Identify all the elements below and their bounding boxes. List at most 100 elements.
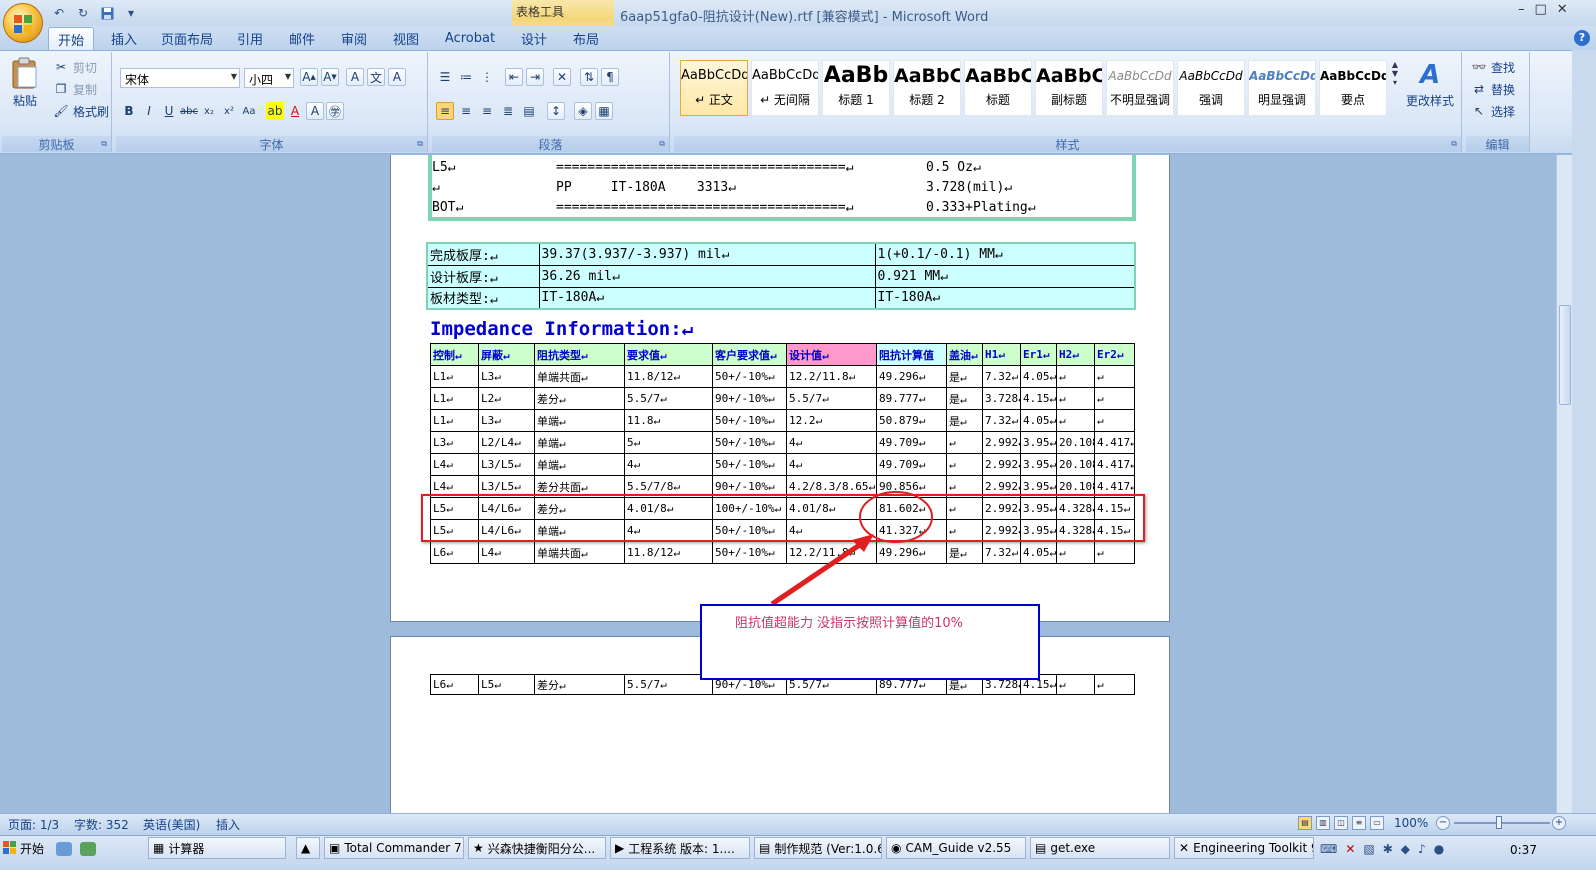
- line-spacing-icon[interactable]: ↕: [547, 102, 565, 120]
- style-tile-intense-emphasis[interactable]: AaBbCcDd 明显强调: [1248, 60, 1316, 116]
- table-cell[interactable]: 5.5/7↵: [786, 387, 877, 410]
- table-cell[interactable]: L5↵: [478, 674, 535, 695]
- table-cell[interactable]: 7.32↵: [982, 409, 1021, 432]
- strikethrough-icon[interactable]: abc: [180, 102, 198, 120]
- table-cell[interactable]: 50.879↵: [876, 409, 947, 432]
- column-header[interactable]: Er2↵: [1094, 343, 1135, 366]
- table-cell[interactable]: 是↵: [946, 365, 983, 388]
- table-cell[interactable]: 是↵: [946, 409, 983, 432]
- grow-font-icon[interactable]: A ▲: [300, 68, 318, 86]
- table-cell[interactable]: 4.417↵: [1094, 431, 1135, 454]
- font-size-combo[interactable]: 小四 ▼: [244, 68, 294, 88]
- align-center-icon[interactable]: ≡: [457, 102, 475, 120]
- char-shading-icon[interactable]: A: [306, 102, 324, 120]
- print-layout-icon[interactable]: ▤: [1298, 816, 1312, 830]
- tab-page-layout[interactable]: 页面布局: [156, 27, 218, 50]
- table-cell[interactable]: IT-180A↵: [538, 286, 876, 310]
- volume-icon[interactable]: ♪: [1418, 842, 1426, 856]
- align-left-icon[interactable]: ≡: [436, 102, 454, 120]
- table-cell[interactable]: 20.108↵: [1056, 431, 1095, 454]
- font-color-icon[interactable]: A: [286, 102, 304, 120]
- column-header[interactable]: 设计值↵: [786, 343, 877, 366]
- increase-indent-icon[interactable]: ⇥: [526, 68, 544, 86]
- tab-review[interactable]: 审阅: [334, 27, 374, 50]
- subscript-icon[interactable]: x₂: [200, 102, 218, 120]
- table-cell[interactable]: ↵: [1094, 409, 1135, 432]
- table-cell[interactable]: 0.921 MM↵: [874, 264, 1136, 288]
- italic-icon[interactable]: I: [140, 102, 158, 120]
- multilevel-list-icon[interactable]: ⋮: [478, 68, 496, 86]
- table-cell[interactable]: 差分↵: [534, 674, 625, 695]
- scrollbar-thumb[interactable]: [1559, 305, 1571, 405]
- column-header[interactable]: 要求值↵: [624, 343, 713, 366]
- table-cell[interactable]: 39.37(3.937/-3.937) mil↵: [538, 242, 876, 266]
- column-header[interactable]: 控制↵: [430, 343, 479, 366]
- draft-icon[interactable]: ▭: [1370, 816, 1384, 830]
- tab-insert[interactable]: 插入: [104, 27, 144, 50]
- table-cell[interactable]: ↵: [1056, 541, 1095, 564]
- network-icon[interactable]: ▧: [1363, 842, 1374, 856]
- styles-scroll[interactable]: ▲ ▼ ▾: [1389, 60, 1401, 116]
- table-cell[interactable]: 49.709↵: [876, 453, 947, 476]
- style-tile-emphasis[interactable]: AaBbCcDd 强调: [1177, 60, 1245, 116]
- clock[interactable]: 0:37: [1510, 843, 1537, 857]
- column-header[interactable]: H2↵: [1056, 343, 1095, 366]
- distribute-icon[interactable]: ▤: [520, 102, 538, 120]
- taskbar-item[interactable]: ◉ CAM_Guide v2.55: [886, 837, 1026, 859]
- column-header[interactable]: 屏蔽↵: [478, 343, 535, 366]
- tab-design[interactable]: 设计: [514, 27, 554, 50]
- find-button[interactable]: 👓 查找: [1470, 58, 1516, 76]
- tray-app-icon[interactable]: ●: [1434, 842, 1444, 856]
- table-cell[interactable]: 5.5/7↵: [624, 387, 713, 410]
- table-cell[interactable]: 4.15↵: [1020, 387, 1057, 410]
- table-cell[interactable]: ↵: [1056, 387, 1095, 410]
- close-tray-icon[interactable]: ✕: [1345, 842, 1355, 856]
- column-header[interactable]: Er1↵: [1020, 343, 1057, 366]
- column-header[interactable]: H1↵: [982, 343, 1021, 366]
- column-header[interactable]: 盖油↵: [946, 343, 983, 366]
- show-marks-icon[interactable]: ¶: [601, 68, 619, 86]
- style-tile-strong[interactable]: AaBbCcDd 要点: [1319, 60, 1387, 116]
- customize-qat-icon[interactable]: ▾: [122, 5, 140, 21]
- phonetic-guide-icon[interactable]: 文: [367, 68, 385, 86]
- table-cell[interactable]: 49.296↵: [876, 365, 947, 388]
- bullets-icon[interactable]: ☰: [436, 68, 454, 86]
- style-tile-title[interactable]: AaBbC 标题: [964, 60, 1032, 116]
- table-cell[interactable]: 1(+0.1/-0.1) MM↵: [874, 242, 1136, 266]
- minimize-icon[interactable]: –: [1518, 2, 1525, 17]
- maximize-icon[interactable]: □: [1535, 2, 1547, 17]
- copy-button[interactable]: ❐ 复制: [52, 80, 97, 98]
- table-cell[interactable]: 50+/-10%↵: [712, 453, 787, 476]
- table-cell[interactable]: 3.95↵: [1020, 431, 1057, 454]
- table-cell[interactable]: 20.108↵: [1056, 453, 1095, 476]
- table-cell[interactable]: 4↵: [786, 453, 877, 476]
- table-cell[interactable]: L3↵: [478, 365, 535, 388]
- table-cell[interactable]: 12.2↵: [786, 409, 877, 432]
- table-cell[interactable]: 2.992↵: [982, 453, 1021, 476]
- insert-mode[interactable]: 插入: [216, 816, 240, 833]
- shrink-font-icon[interactable]: A ▼: [321, 68, 339, 86]
- vertical-scrollbar[interactable]: [1556, 155, 1572, 813]
- column-header[interactable]: 阻抗计算值: [876, 343, 947, 366]
- tab-references[interactable]: 引用: [230, 27, 270, 50]
- table-cell[interactable]: 4↵: [624, 453, 713, 476]
- underline-icon[interactable]: U: [160, 102, 178, 120]
- taskbar-item[interactable]: ▣Total Commander 7.0...: [324, 837, 464, 859]
- table-cell[interactable]: 板材类型:↵: [426, 286, 540, 310]
- style-tile-subtitle[interactable]: AaBbC 副标题: [1035, 60, 1103, 116]
- table-cell[interactable]: 2.992↵: [982, 431, 1021, 454]
- redo-icon[interactable]: ↻: [74, 5, 92, 21]
- table-cell[interactable]: ↵: [1094, 541, 1135, 564]
- sort-icon[interactable]: ⇅: [580, 68, 598, 86]
- zoom-in-icon[interactable]: +: [1552, 816, 1566, 830]
- change-case-icon[interactable]: Aa: [240, 102, 258, 120]
- tab-home[interactable]: 开始: [48, 27, 94, 50]
- quick-launch-app-icon[interactable]: [80, 842, 96, 856]
- word-count[interactable]: 字数: 352: [74, 816, 129, 833]
- tab-acrobat[interactable]: Acrobat: [440, 27, 500, 50]
- table-cell[interactable]: 7.32↵: [982, 365, 1021, 388]
- table-cell[interactable]: ↵: [1056, 365, 1095, 388]
- table-cell[interactable]: 单端↵: [534, 409, 625, 432]
- table-cell[interactable]: 完成板厚:↵: [426, 242, 540, 266]
- taskbar-item[interactable]: ▶ 工程系统 版本: 1....: [610, 837, 750, 859]
